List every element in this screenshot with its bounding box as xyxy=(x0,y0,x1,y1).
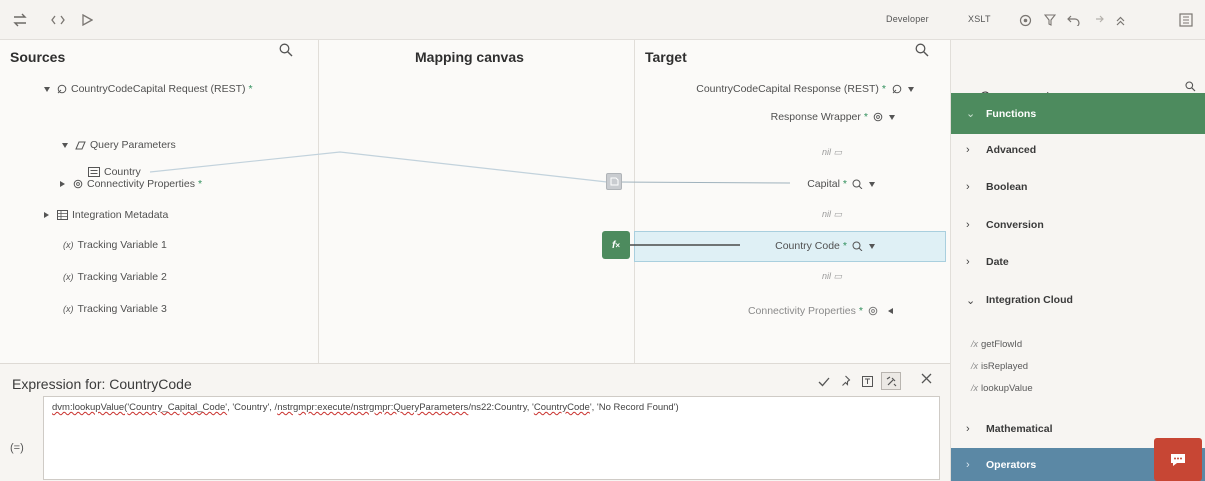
element-icon xyxy=(852,179,863,189)
nil-indicator[interactable]: nil ▭ xyxy=(822,209,842,220)
connectivity-properties-target-label: Connectivity Properties xyxy=(747,305,856,317)
chat-icon xyxy=(1171,453,1185,466)
chevron-down-icon: ⌄ xyxy=(966,294,976,307)
expand-caret-icon[interactable] xyxy=(869,181,875,187)
fx-icon: /x xyxy=(971,383,979,393)
nil-indicator[interactable]: nil ▭ xyxy=(822,271,842,282)
functions-label: Functions xyxy=(986,107,1037,120)
response-wrapper-label: Response Wrapper xyxy=(770,111,861,123)
gear-icon xyxy=(868,306,878,316)
expand-caret-icon[interactable] xyxy=(908,86,914,92)
required-star: * xyxy=(842,178,847,190)
expression-mode-icon[interactable]: (=) xyxy=(10,442,24,454)
gear-icon xyxy=(873,112,883,122)
capital-target-label: Capital xyxy=(807,178,840,190)
target-search-icon[interactable] xyxy=(915,43,931,59)
filter-icon[interactable] xyxy=(1040,10,1060,30)
expression-text[interactable]: dvm:lookupValue('Country_Capital_Code', … xyxy=(52,402,679,413)
category-label: Date xyxy=(986,256,1009,268)
operators-label: Operators xyxy=(986,458,1037,471)
category-label: Conversion xyxy=(986,219,1044,231)
chevron-right-icon: › xyxy=(966,423,970,435)
target-icon[interactable] xyxy=(1015,10,1035,30)
tools-button[interactable] xyxy=(881,372,901,390)
functions-header[interactable]: ⌄ Functions xyxy=(951,93,1205,134)
connectivity-properties-target-row[interactable]: Connectivity Properties * xyxy=(748,302,893,320)
chevron-right-icon: › xyxy=(966,458,970,471)
required-star: * xyxy=(881,83,886,95)
mapping-node-icon[interactable] xyxy=(606,173,622,190)
undo-icon[interactable] xyxy=(1063,10,1083,30)
expand-caret-icon[interactable] xyxy=(869,243,875,249)
country-code-target-row[interactable]: Country Code * xyxy=(775,237,875,255)
xslt-button[interactable]: XSLT xyxy=(968,14,991,24)
target-response-label: CountryCodeCapital Response (REST) xyxy=(696,83,879,95)
collapse-icon[interactable] xyxy=(1110,10,1130,30)
response-wrapper-row[interactable]: Response Wrapper * xyxy=(771,108,895,126)
close-icon[interactable] xyxy=(921,373,932,384)
function-lookupvalue[interactable]: /x lookupValue xyxy=(971,383,1033,394)
category-date[interactable]: › Date xyxy=(951,243,1205,281)
chevron-down-icon: ⌄ xyxy=(966,108,976,120)
required-star: * xyxy=(842,240,847,252)
format-icon[interactable] xyxy=(862,376,873,387)
chevron-right-icon: › xyxy=(966,181,970,193)
redo-icon[interactable] xyxy=(1087,10,1107,30)
rest-icon xyxy=(892,84,902,94)
pin-icon[interactable] xyxy=(840,375,851,388)
components-panel: Components ⌄ Functions › Advanced › Bool… xyxy=(951,40,1205,481)
chevron-right-icon: › xyxy=(966,219,970,231)
function-isreplayed[interactable]: /x isReplayed xyxy=(971,361,1028,372)
category-boolean[interactable]: › Boolean xyxy=(951,168,1205,206)
nil-toggle-icon: ▭ xyxy=(833,271,843,281)
category-label: Integration Cloud xyxy=(986,294,1073,306)
fx-icon: /x xyxy=(971,339,979,349)
function-getflowid[interactable]: /x getFlowId xyxy=(971,339,1022,350)
chevron-right-icon: › xyxy=(966,256,970,268)
category-label: Advanced xyxy=(986,144,1037,156)
category-integration-cloud[interactable]: ⌄ Integration Cloud xyxy=(951,281,1205,319)
category-advanced[interactable]: › Advanced xyxy=(951,131,1205,169)
check-icon[interactable] xyxy=(818,377,830,387)
nil-toggle-icon: ▭ xyxy=(833,147,842,157)
category-label: Mathematical xyxy=(986,423,1053,435)
capital-target-row[interactable]: Capital * xyxy=(807,175,875,193)
nil-toggle-icon: ▭ xyxy=(833,209,843,219)
expand-caret-icon[interactable] xyxy=(888,308,893,314)
required-star: * xyxy=(863,111,868,123)
element-icon xyxy=(852,241,863,251)
expression-panel: Expression for: CountryCode (=) dvm:look… xyxy=(0,363,950,481)
target-response-row[interactable]: CountryCodeCapital Response (REST) * xyxy=(696,80,914,98)
expand-caret-icon[interactable] xyxy=(889,114,895,120)
required-star: * xyxy=(858,305,863,317)
nil-indicator[interactable]: nil ▭ xyxy=(822,147,842,158)
components-search-icon[interactable] xyxy=(1185,81,1196,92)
function-node-button[interactable]: f × xyxy=(602,231,630,259)
chat-button[interactable] xyxy=(1154,438,1202,481)
chevron-right-icon: › xyxy=(966,144,970,156)
tools-icon xyxy=(886,376,896,386)
expression-title: Expression for: CountryCode xyxy=(12,376,192,392)
target-title: Target xyxy=(645,49,687,65)
fx-icon: /x xyxy=(971,361,979,371)
category-label: Boolean xyxy=(986,181,1028,193)
country-code-target-label: Country Code xyxy=(775,240,840,252)
category-conversion[interactable]: › Conversion xyxy=(951,206,1205,244)
expression-editor[interactable]: dvm:lookupValue('Country_Capital_Code', … xyxy=(43,396,940,480)
panel-icon[interactable] xyxy=(1176,10,1196,30)
